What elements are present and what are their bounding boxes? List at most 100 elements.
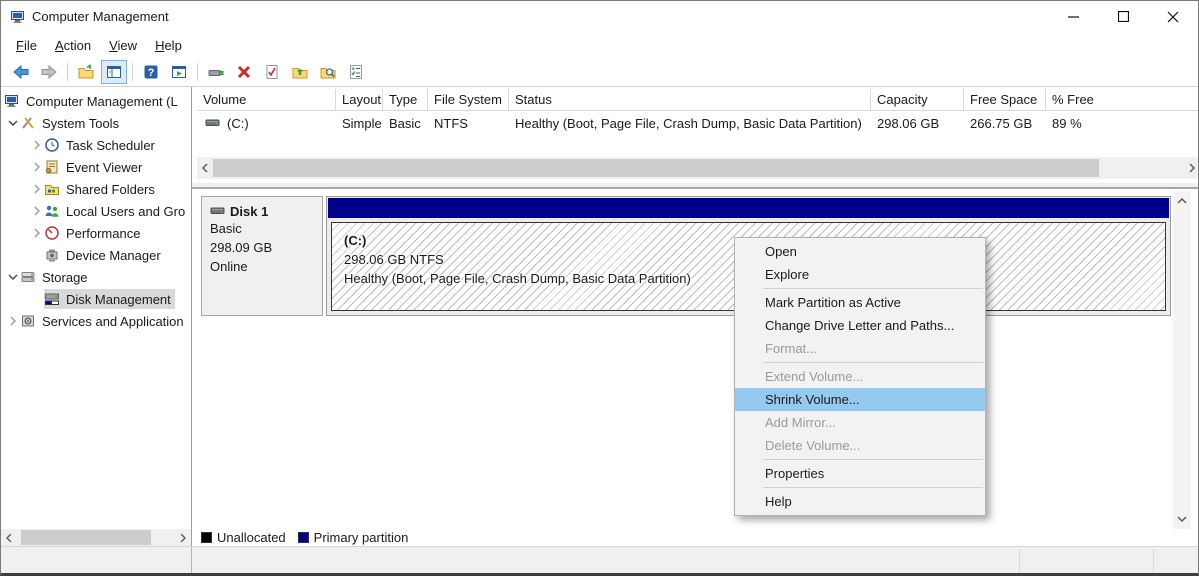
tree-item-performance[interactable]: Performance [1, 222, 191, 244]
partition-color-bar [328, 198, 1169, 218]
menu-item-add-mirror: Add Mirror... [735, 411, 985, 434]
disk-size: 298.09 GB [210, 238, 322, 257]
menu-item-format: Format... [735, 337, 985, 360]
volume-row-c[interactable]: (C:) Simple Basic NTFS Healthy (Boot, Pa… [197, 111, 1199, 135]
tree-item-shared-folders[interactable]: Shared Folders [1, 178, 191, 200]
column-header-percent-free[interactable]: % Free [1046, 89, 1199, 110]
shared-folders-icon [44, 181, 62, 197]
tree-item-computer-management[interactable]: Computer Management (L [1, 90, 191, 112]
tree-item-services-and-applications[interactable]: Services and Application [1, 310, 191, 332]
menu-separator [763, 487, 983, 488]
menu-action[interactable]: Action [46, 35, 100, 56]
scroll-up-icon[interactable] [1173, 193, 1191, 209]
chevron-collapsed-icon[interactable] [30, 204, 44, 218]
chevron-collapsed-icon[interactable] [6, 314, 20, 328]
volume-list-horizontal-scrollbar [197, 157, 1199, 179]
console-tree-pane: Computer Management (L System Tools Task… [1, 87, 192, 546]
close-button[interactable] [1148, 1, 1198, 32]
chevron-expanded-icon[interactable] [6, 270, 20, 284]
disk-type: Basic [210, 219, 322, 238]
unallocated-label: Unallocated [217, 530, 286, 545]
services-icon [20, 313, 38, 329]
task-scheduler-icon [44, 137, 62, 153]
scroll-left-icon[interactable] [197, 157, 213, 179]
unallocated-swatch [201, 532, 212, 543]
menu-item-shrink-volume[interactable]: Shrink Volume... [735, 388, 985, 411]
primary-partition-label: Primary partition [314, 530, 409, 545]
column-header-file-system[interactable]: File System [428, 89, 509, 110]
delete-icon[interactable] [231, 60, 257, 84]
chevron-collapsed-icon[interactable] [30, 138, 44, 152]
properties-icon[interactable] [259, 60, 285, 84]
column-header-free-space[interactable]: Free Space [964, 89, 1046, 110]
menu-item-extend-volume: Extend Volume... [735, 365, 985, 388]
chevron-collapsed-icon[interactable] [30, 182, 44, 196]
find-folder-icon[interactable] [315, 60, 341, 84]
tree-item-local-users-and-groups[interactable]: Local Users and Gro [1, 200, 191, 222]
column-header-status[interactable]: Status [509, 89, 871, 110]
statusbar-divider [1019, 549, 1020, 575]
menu-item-delete-volume: Delete Volume... [735, 434, 985, 457]
menu-item-open[interactable]: Open [735, 240, 985, 263]
action-pane-icon[interactable] [166, 60, 192, 84]
volume-name: (C:) [227, 116, 249, 131]
menu-item-change-drive-letter[interactable]: Change Drive Letter and Paths... [735, 314, 985, 337]
menu-item-explore[interactable]: Explore [735, 263, 985, 286]
column-header-volume[interactable]: Volume [197, 89, 336, 110]
pane-splitter[interactable] [192, 182, 1199, 189]
chevron-collapsed-icon[interactable] [30, 226, 44, 240]
column-header-type[interactable]: Type [383, 89, 428, 110]
maximize-button[interactable] [1098, 1, 1148, 32]
tree-item-task-scheduler[interactable]: Task Scheduler [1, 134, 191, 156]
tree-item-disk-management[interactable]: Disk Management [1, 288, 191, 310]
minimize-button[interactable] [1048, 1, 1098, 32]
chevron-collapsed-icon[interactable] [30, 160, 44, 174]
toolbar-separator [67, 63, 68, 81]
disk1-info-panel[interactable]: Disk 1 Basic 298.09 GB Online [201, 196, 323, 316]
help-icon[interactable]: ? [138, 60, 164, 84]
app-icon [10, 9, 26, 25]
volume-status: Healthy (Boot, Page File, Crash Dump, Ba… [509, 111, 871, 135]
console-tree-icon[interactable] [101, 60, 127, 84]
menu-file[interactable]: File [7, 35, 46, 56]
primary-partition-swatch [298, 532, 309, 543]
volume-list-header: Volume Layout Type File System Status Ca… [197, 89, 1199, 111]
toolbar: ? [1, 58, 1199, 87]
tree-item-system-tools[interactable]: System Tools [1, 112, 191, 134]
scroll-right-icon[interactable] [175, 529, 191, 546]
tree-item-event-viewer[interactable]: Event Viewer [1, 156, 191, 178]
scrollbar-thumb[interactable] [21, 530, 151, 545]
forward-icon[interactable] [36, 60, 62, 84]
menu-item-mark-partition-active[interactable]: Mark Partition as Active [735, 291, 985, 314]
chevron-expanded-icon[interactable] [6, 116, 20, 130]
open-folder-icon[interactable] [73, 60, 99, 84]
menu-separator [763, 362, 983, 363]
update-icon[interactable] [203, 60, 229, 84]
tree-item-storage[interactable]: Storage [1, 266, 191, 288]
up-folder-icon[interactable] [287, 60, 313, 84]
scrollbar-thumb[interactable] [213, 159, 1099, 177]
disk-pane-vertical-scrollbar [1173, 191, 1191, 529]
volume-layout: Simple [336, 111, 383, 135]
volume-free-space: 266.75 GB [964, 111, 1046, 135]
toolbar-separator [197, 63, 198, 81]
scroll-right-icon[interactable] [1184, 157, 1199, 179]
scroll-down-icon[interactable] [1173, 511, 1191, 527]
checklist-icon[interactable] [343, 60, 369, 84]
disk-icon [210, 203, 230, 219]
menu-help[interactable]: Help [146, 35, 191, 56]
column-header-layout[interactable]: Layout [336, 89, 383, 110]
tree-item-device-manager[interactable]: Device Manager [1, 244, 191, 266]
local-users-icon [44, 203, 62, 219]
back-icon[interactable] [8, 60, 34, 84]
title-bar: Computer Management [1, 1, 1198, 32]
menu-item-help[interactable]: Help [735, 490, 985, 513]
tree-horizontal-scrollbar [1, 529, 191, 546]
menu-view[interactable]: View [100, 35, 146, 56]
scroll-left-icon[interactable] [1, 529, 17, 546]
menu-bar: File Action View Help [1, 32, 1198, 58]
storage-icon [20, 269, 38, 285]
menu-item-properties[interactable]: Properties [735, 462, 985, 485]
partition-legend: Unallocated Primary partition [201, 529, 408, 546]
column-header-capacity[interactable]: Capacity [871, 89, 964, 110]
